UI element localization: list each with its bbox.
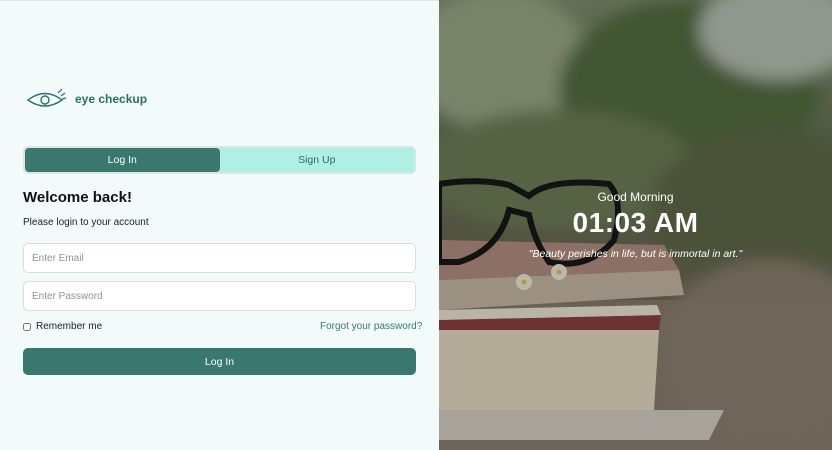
log-in-button[interactable]: Log In <box>23 348 416 375</box>
password-field[interactable] <box>23 281 416 311</box>
login-panel: eye checkup Log In Sign Up Welcome back!… <box>0 0 439 450</box>
eye-icon <box>25 85 67 113</box>
remember-me: Remember me <box>23 321 102 332</box>
email-field[interactable] <box>23 243 416 273</box>
page-subtitle: Please login to your account <box>23 217 149 228</box>
greeting-text: Good Morning <box>597 190 674 204</box>
quote-text: "Beauty perishes in life, but is immorta… <box>528 248 743 260</box>
tab-sign-up[interactable]: Sign Up <box>220 148 415 172</box>
brand-name: eye checkup <box>75 92 148 106</box>
hero-panel: Good Morning 01:03 AM "Beauty perishes i… <box>439 0 832 450</box>
auth-tabs: Log In Sign Up <box>23 146 416 174</box>
remember-me-label: Remember me <box>36 321 103 332</box>
remember-me-checkbox[interactable] <box>23 322 31 331</box>
forgot-password-link[interactable]: Forgot your password? <box>320 321 422 332</box>
tab-log-in[interactable]: Log In <box>25 148 220 172</box>
brand-logo: eye checkup <box>25 85 147 113</box>
clock-time: 01:03 AM <box>572 207 699 238</box>
page-title: Welcome back! <box>23 189 132 206</box>
